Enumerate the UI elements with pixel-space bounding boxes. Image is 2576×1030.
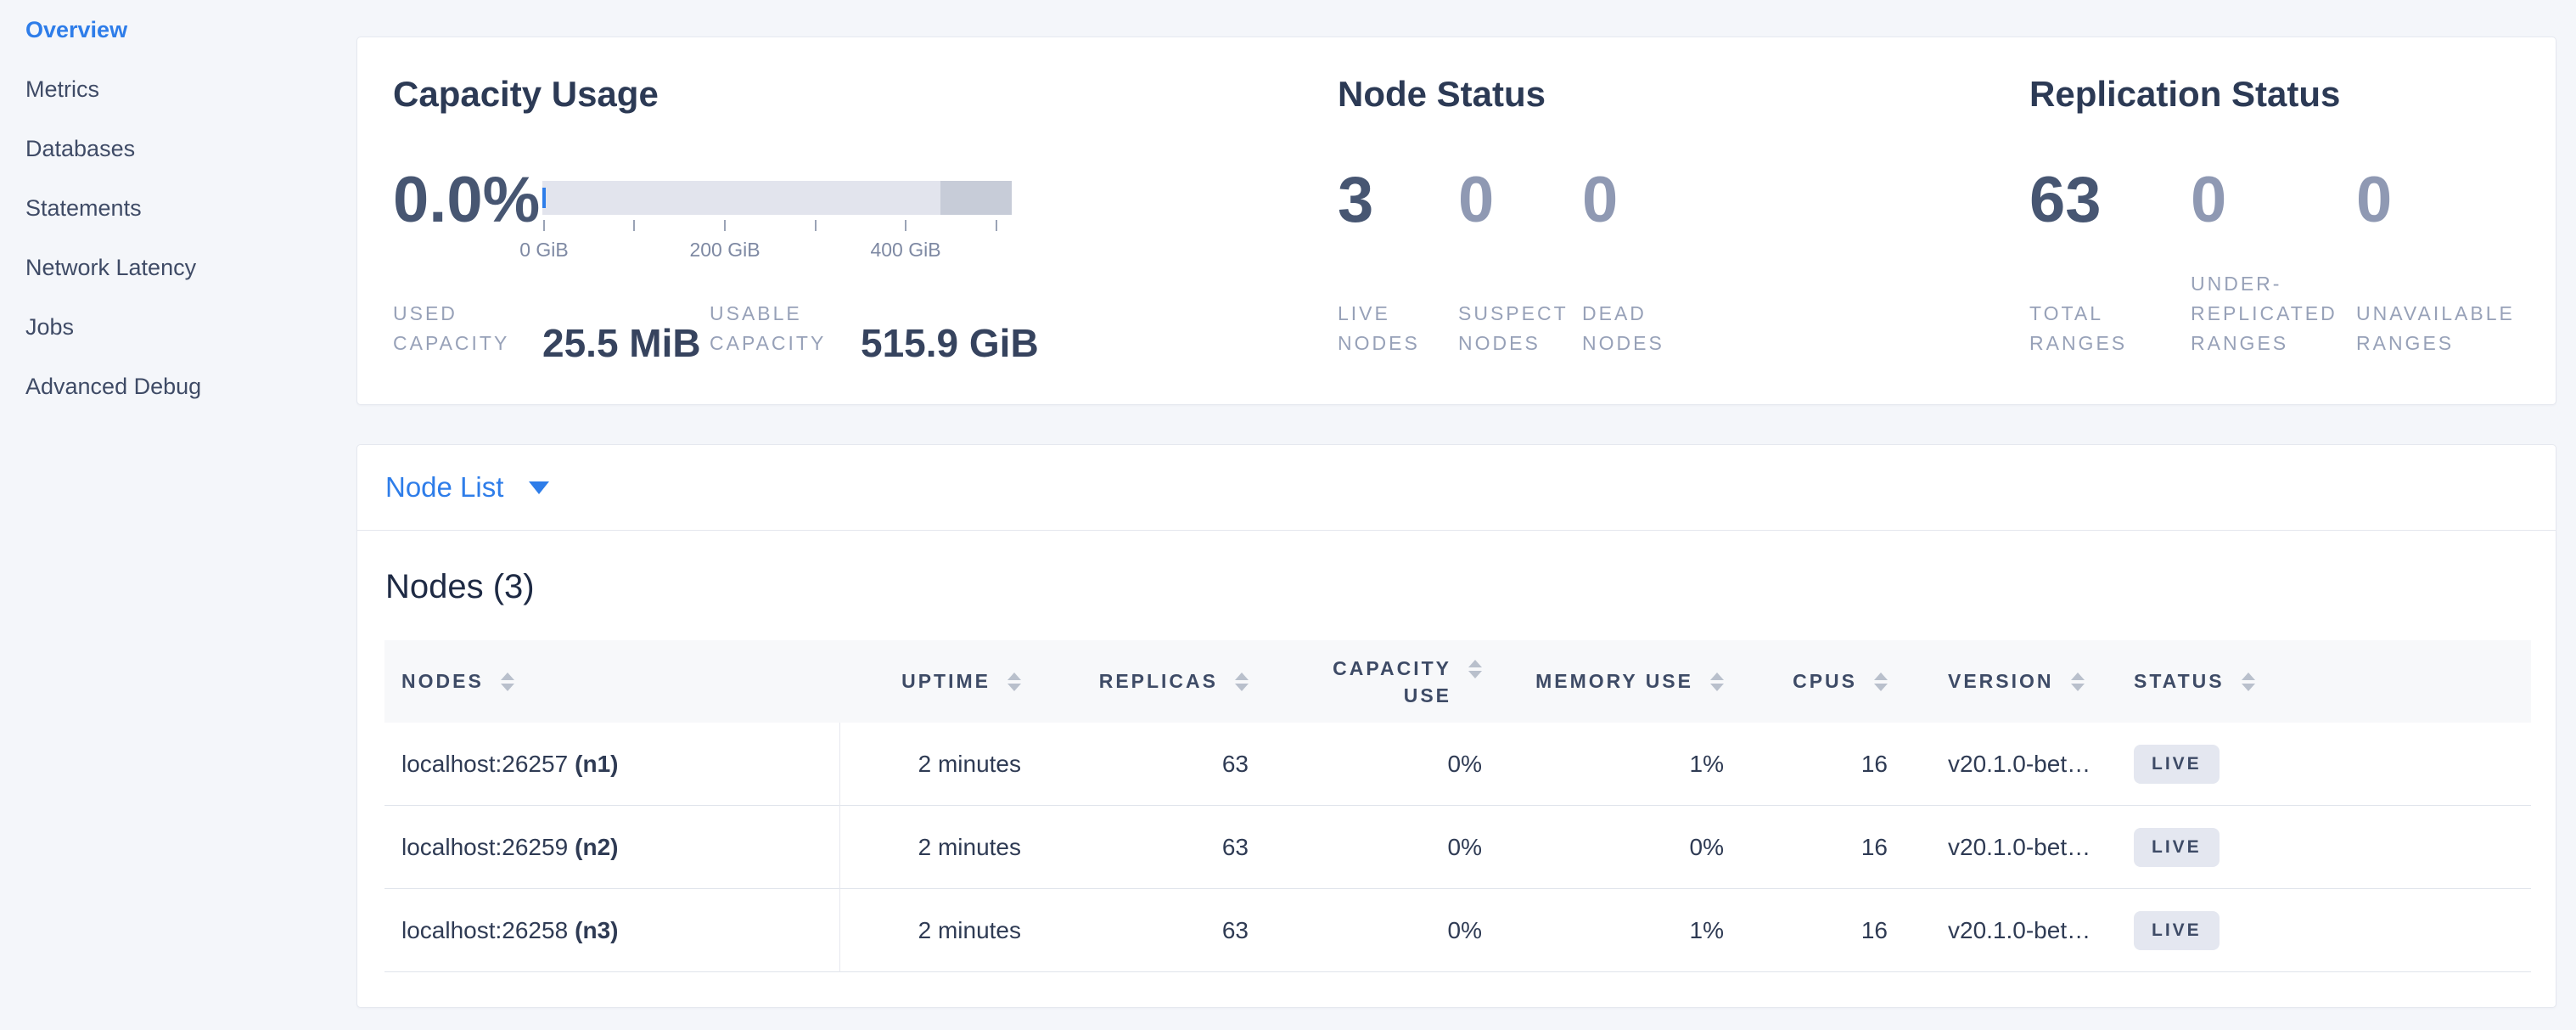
table-row[interactable]: localhost:26258 (n3) 2 minutes 63 0% 1% 1…: [384, 889, 2531, 972]
capacity-use-value: 0%: [1448, 917, 1482, 944]
sort-icon[interactable]: [2071, 673, 2085, 691]
replicas-value: 63: [1222, 917, 1249, 944]
replicas-value: 63: [1222, 751, 1249, 778]
node-address[interactable]: localhost:26258: [401, 917, 568, 944]
used-capacity-label: USED CAPACITY: [393, 299, 509, 358]
node-list-dropdown[interactable]: Node List: [357, 445, 2556, 531]
axis-label-0: 0 GiB: [519, 239, 569, 262]
cpus-value: 16: [1861, 917, 1888, 944]
node-status-title: Node Status: [1338, 75, 1546, 114]
capacity-usage-title: Capacity Usage: [393, 75, 659, 114]
axis-label-200: 200 GiB: [689, 239, 760, 262]
capacity-gauge-bar: [542, 181, 1012, 215]
axis-tick: [543, 220, 545, 231]
capacity-use-value: 0%: [1448, 751, 1482, 778]
unavailable-ranges-label: UNAVAILABLE RANGES: [2356, 299, 2515, 358]
live-nodes-label: LIVE NODES: [1338, 299, 1420, 358]
sort-icon[interactable]: [1874, 673, 1888, 691]
sidebar-item-statements[interactable]: Statements: [0, 178, 356, 238]
uptime-value: 2 minutes: [918, 834, 1021, 861]
total-ranges-value: 63: [2029, 165, 2102, 236]
sort-icon[interactable]: [1710, 673, 1724, 691]
dead-nodes-value: 0: [1582, 165, 1618, 236]
capacity-gauge-usable-segment: [542, 181, 940, 215]
header-version[interactable]: VERSION: [1900, 640, 2124, 723]
uptime-value: 2 minutes: [918, 917, 1021, 944]
table-row[interactable]: localhost:26257 (n1) 2 minutes 63 0% 1% 1…: [384, 723, 2531, 806]
header-nodes[interactable]: NODES: [384, 640, 839, 723]
replication-status-title: Replication Status: [2029, 75, 2340, 114]
status-badge: LIVE: [2134, 828, 2220, 867]
sidebar: Overview Metrics Databases Statements Ne…: [0, 0, 356, 1030]
sidebar-item-jobs[interactable]: Jobs: [0, 297, 356, 357]
nodes-table-header: NODES UPTIME REPLICAS CAPACITY USE: [384, 640, 2531, 723]
node-list-dropdown-label: Node List: [385, 471, 503, 504]
header-cpus[interactable]: CPUS: [1735, 640, 1900, 723]
status-badge: LIVE: [2134, 745, 2220, 784]
axis-label-400: 400 GiB: [870, 239, 940, 262]
header-status[interactable]: STATUS: [2124, 640, 2531, 723]
node-address[interactable]: localhost:26259: [401, 834, 568, 861]
axis-tick: [633, 220, 635, 231]
sort-icon[interactable]: [1235, 673, 1249, 691]
node-list-card: Node List Nodes (3) NODES UPTIME REPLICA…: [356, 444, 2556, 1008]
axis-tick: [815, 220, 817, 231]
cpus-value: 16: [1861, 834, 1888, 861]
capacity-percent: 0.0%: [393, 165, 540, 236]
node-id: (n3): [575, 917, 618, 944]
memory-use-value: 1%: [1690, 917, 1724, 944]
sidebar-item-network-latency[interactable]: Network Latency: [0, 238, 356, 297]
axis-tick: [724, 220, 726, 231]
node-address[interactable]: localhost:26257: [401, 751, 568, 778]
sidebar-item-advanced-debug[interactable]: Advanced Debug: [0, 357, 356, 416]
sidebar-item-overview[interactable]: Overview: [0, 0, 356, 59]
version-value: v20.1.0-bet…: [1948, 834, 2091, 861]
sort-icon[interactable]: [2242, 673, 2255, 691]
dead-nodes-label: DEAD NODES: [1582, 299, 1664, 358]
node-id: (n2): [575, 834, 618, 861]
header-uptime[interactable]: UPTIME: [839, 640, 1032, 723]
usable-capacity-value: 515.9 GiB: [861, 321, 1039, 365]
header-memory-use[interactable]: MEMORY USE: [1493, 640, 1735, 723]
suspect-nodes-value: 0: [1458, 165, 1494, 236]
under-replicated-ranges-label: UNDER- REPLICATED RANGES: [2191, 269, 2337, 358]
header-capacity-use[interactable]: CAPACITY USE: [1260, 640, 1493, 723]
header-replicas[interactable]: REPLICAS: [1032, 640, 1260, 723]
axis-tick: [905, 220, 906, 231]
capacity-gauge: 0 GiB 200 GiB 400 GiB: [542, 181, 1026, 308]
suspect-nodes-label: SUSPECT NODES: [1458, 299, 1569, 358]
live-nodes-value: 3: [1338, 165, 1373, 236]
uptime-value: 2 minutes: [918, 751, 1021, 778]
replicas-value: 63: [1222, 834, 1249, 861]
column-divider: [839, 723, 840, 972]
node-id: (n1): [575, 751, 618, 778]
under-replicated-ranges-value: 0: [2191, 165, 2226, 236]
memory-use-value: 1%: [1690, 751, 1724, 778]
sidebar-item-metrics[interactable]: Metrics: [0, 59, 356, 119]
cluster-summary-card: Capacity Usage 0.0% 0 GiB 200 GiB 400 Gi…: [356, 37, 2556, 405]
nodes-table: NODES UPTIME REPLICAS CAPACITY USE: [384, 640, 2531, 972]
overview-page: Overview Metrics Databases Statements Ne…: [0, 0, 2576, 1030]
capacity-gauge-other-segment: [940, 181, 1012, 215]
unavailable-ranges-value: 0: [2356, 165, 2392, 236]
sort-icon[interactable]: [501, 673, 514, 691]
used-capacity-value: 25.5 MiB: [542, 321, 701, 365]
sidebar-item-databases[interactable]: Databases: [0, 119, 356, 178]
cpus-value: 16: [1861, 751, 1888, 778]
version-value: v20.1.0-bet…: [1948, 917, 2091, 944]
usable-capacity-label: USABLE CAPACITY: [710, 299, 826, 358]
axis-tick: [996, 220, 997, 231]
capacity-use-value: 0%: [1448, 834, 1482, 861]
status-badge: LIVE: [2134, 911, 2220, 950]
version-value: v20.1.0-bet…: [1948, 751, 2091, 778]
memory-use-value: 0%: [1690, 834, 1724, 861]
nodes-heading: Nodes (3): [385, 568, 535, 605]
chevron-down-icon: [529, 481, 549, 494]
sort-icon[interactable]: [1468, 660, 1482, 678]
capacity-gauge-used-marker: [542, 188, 546, 208]
total-ranges-label: TOTAL RANGES: [2029, 299, 2127, 358]
sort-icon[interactable]: [1007, 673, 1021, 691]
table-row[interactable]: localhost:26259 (n2) 2 minutes 63 0% 0% 1…: [384, 806, 2531, 889]
